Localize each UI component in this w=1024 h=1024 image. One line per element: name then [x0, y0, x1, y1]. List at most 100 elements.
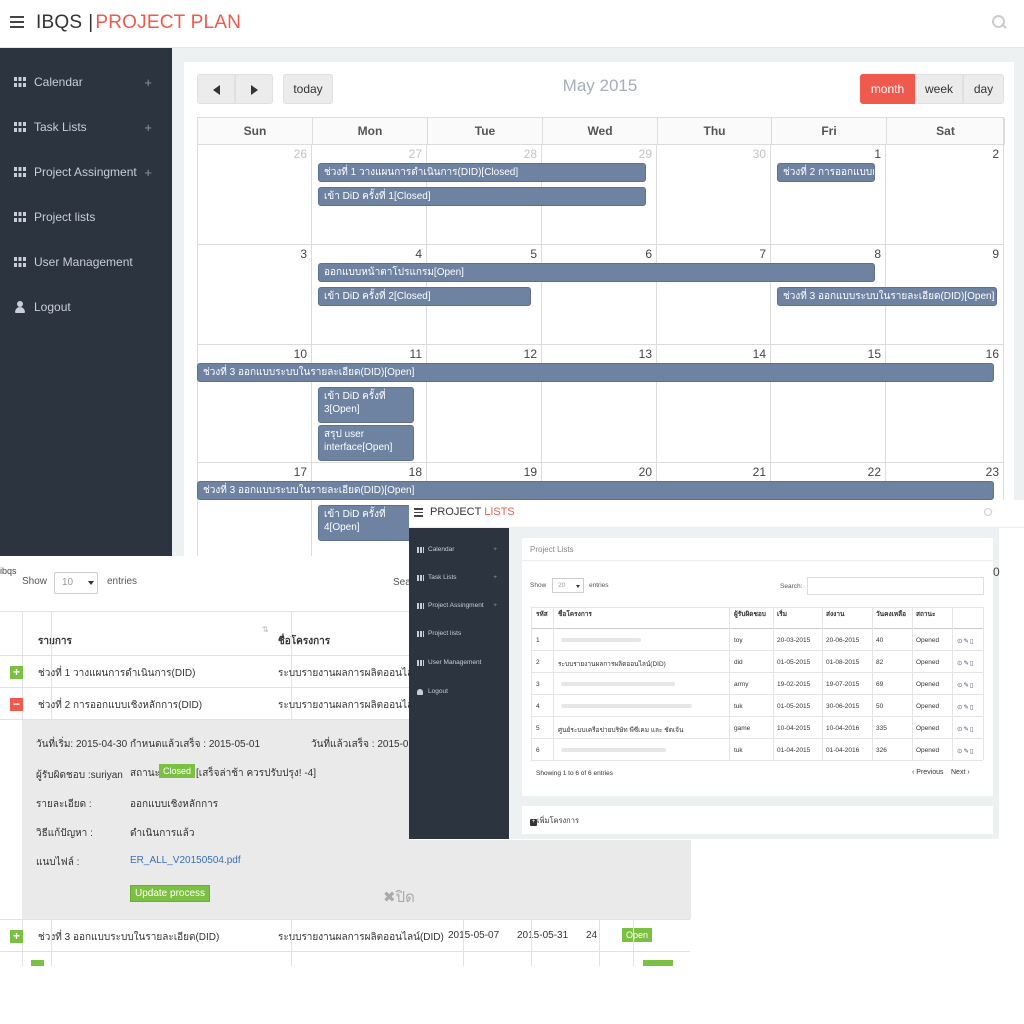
- column-header[interactable]: เริ่ม: [777, 609, 787, 619]
- expand-row-icon[interactable]: +: [10, 666, 23, 679]
- calendar-event[interactable]: เข้า DiD ครั้งที่ 4[Open]: [318, 505, 414, 541]
- view-week-button[interactable]: week: [915, 74, 963, 104]
- entries-select[interactable]: 20: [552, 578, 584, 593]
- menu-icon[interactable]: [414, 508, 423, 517]
- update-process-button[interactable]: Update process: [130, 885, 211, 902]
- today-button[interactable]: today: [283, 74, 333, 104]
- sidebar-item-project-assignment[interactable]: Project Assingment +: [409, 602, 509, 609]
- column-header[interactable]: สถานะ: [916, 609, 936, 619]
- collapse-row-icon[interactable]: −: [10, 698, 23, 711]
- delete-icon[interactable]: ▯: [970, 704, 975, 711]
- table-row[interactable]: + ช่วงที่ 3 ออกแบบระบบในรายละเอียด(DID) …: [0, 919, 690, 952]
- search-input[interactable]: [807, 577, 984, 595]
- day-number: 10: [293, 347, 307, 361]
- calendar-event[interactable]: ช่วงที่ 3 ออกแบบระบบในรายละเอียด(DID)[Op…: [197, 481, 994, 500]
- sidebar-item-label: Logout: [428, 688, 448, 695]
- table-cell-owner: did: [734, 659, 743, 666]
- column-header[interactable]: วันคงเหลือ: [876, 609, 906, 619]
- grid-icon: [14, 167, 26, 177]
- table-cell-due: 30-06-2015: [826, 703, 860, 710]
- day-cell[interactable]: 1: [771, 145, 886, 245]
- column-header[interactable]: ผู้รับผิดชอบ: [734, 609, 766, 619]
- close-detail-button[interactable]: ✖ปิด: [383, 885, 415, 909]
- prev-month-button[interactable]: [197, 74, 235, 104]
- prev-page-button[interactable]: ‹ Previous: [912, 769, 944, 776]
- day-cell[interactable]: 6: [542, 245, 657, 345]
- column-header[interactable]: รายการ: [38, 634, 72, 649]
- sidebar: Calendar + Task Lists + Project Assingment…: [0, 48, 172, 568]
- expand-icon[interactable]: +: [144, 150, 152, 195]
- menu-icon[interactable]: [10, 16, 24, 28]
- column-header[interactable]: ส่งงาน: [826, 609, 844, 619]
- sidebar-item-logout[interactable]: Logout: [409, 688, 509, 695]
- expand-icon[interactable]: +: [144, 105, 152, 150]
- sidebar-item-task-lists[interactable]: Task Lists +: [409, 574, 509, 581]
- sidebar-item-user-management[interactable]: User Management: [0, 240, 172, 285]
- calendar-event[interactable]: ช่วงที่ 2 การออกแบบเชิงหลักการ(DID)[Clos…: [777, 163, 875, 182]
- sidebar-item-user-management[interactable]: User Management: [409, 659, 509, 666]
- expand-icon[interactable]: +: [493, 546, 497, 553]
- chevron-left-icon: ‹: [912, 769, 915, 776]
- sidebar-item-project-lists[interactable]: Project lists: [409, 630, 509, 637]
- calendar-event[interactable]: สรุป user interface[Open]: [318, 425, 414, 461]
- entries-select[interactable]: 10: [54, 572, 98, 594]
- view-month-button[interactable]: month: [860, 74, 915, 104]
- expand-icon[interactable]: +: [144, 60, 152, 105]
- add-project-button[interactable]: + เพิ่มโครงการ: [530, 815, 579, 827]
- delete-icon[interactable]: ▯: [970, 682, 975, 689]
- column-header[interactable]: ชื่อโครงการ: [558, 609, 592, 619]
- day-number: 16: [985, 347, 999, 361]
- column-header[interactable]: ชื่อโครงการ: [278, 634, 330, 649]
- sidebar-item-calendar[interactable]: Calendar +: [0, 60, 172, 105]
- calendar-event[interactable]: ช่วงที่ 3 ออกแบบระบบในรายละเอียด(DID)[Op…: [197, 363, 994, 382]
- expand-row-icon[interactable]: [31, 960, 44, 966]
- calendar-event[interactable]: เข้า DiD ครั้งที่ 3[Open]: [318, 387, 414, 423]
- day-cell[interactable]: 30: [657, 145, 771, 245]
- day-cell[interactable]: 7: [657, 245, 771, 345]
- next-page-button[interactable]: Next ›: [951, 769, 970, 776]
- table-border: [983, 607, 984, 760]
- table-cell-start: 01-04-2015: [777, 747, 811, 754]
- calendar-event[interactable]: ออกแบบหน้าตาโปรแกรม[Open]: [318, 263, 875, 282]
- expand-row-icon[interactable]: +: [10, 930, 23, 943]
- show-label: Show: [530, 582, 547, 589]
- search-icon[interactable]: [992, 15, 1006, 29]
- table-cell-id: 1: [536, 637, 540, 644]
- sidebar-item-task-lists[interactable]: Task Lists +: [0, 105, 172, 150]
- grid-icon: [417, 575, 424, 581]
- sidebar-item-project-assignment[interactable]: Project Assingment +: [0, 150, 172, 195]
- brand: IBQS | PROJECT PLAN: [36, 12, 241, 34]
- attachment-link[interactable]: ER_ALL_V20150504.pdf: [130, 855, 241, 866]
- sidebar-item-project-lists[interactable]: Project lists: [0, 195, 172, 240]
- expand-icon[interactable]: +: [493, 602, 497, 609]
- delete-icon[interactable]: ▯: [970, 726, 975, 733]
- calendar-event[interactable]: เข้า DiD ครั้งที่ 1[Closed]: [318, 187, 646, 206]
- day-cell[interactable]: 3: [197, 245, 312, 345]
- table-border: [51, 919, 52, 966]
- calendar-event[interactable]: ช่วงที่ 3 ออกแบบระบบในรายละเอียด(DID)[Op…: [777, 287, 997, 306]
- next-month-button[interactable]: [235, 74, 273, 104]
- table-border: [633, 919, 634, 966]
- expand-icon[interactable]: +: [493, 574, 497, 581]
- sidebar-item-logout[interactable]: Logout: [0, 285, 172, 330]
- delete-icon[interactable]: ▯: [970, 638, 975, 645]
- search-icon[interactable]: [984, 508, 992, 516]
- day-number: 21: [752, 465, 766, 479]
- calendar-event[interactable]: ช่วงที่ 1 วางแผนการดำเนินการ(DID)[Closed…: [318, 163, 646, 182]
- calendar-event[interactable]: เข้า DiD ครั้งที่ 2[Closed]: [318, 287, 531, 306]
- sort-icon[interactable]: ⇅: [262, 625, 269, 634]
- day-cell[interactable]: 26: [197, 145, 312, 245]
- description-value: ออกแบบเชิงหลักการ: [130, 799, 219, 810]
- delete-icon[interactable]: ▯: [970, 660, 975, 667]
- obscured-text: [561, 682, 675, 686]
- view-day-button[interactable]: day: [963, 74, 1004, 104]
- day-number: 15: [867, 347, 881, 361]
- sidebar-item-calendar[interactable]: Calendar +: [409, 546, 509, 553]
- day-cell[interactable]: 2: [886, 145, 1004, 245]
- table-cell-owner: tuk: [734, 747, 743, 754]
- column-header[interactable]: รหัส: [536, 609, 548, 619]
- prev-label: Previous: [916, 769, 944, 776]
- entries-label: entries: [107, 576, 138, 587]
- delete-icon[interactable]: ▯: [970, 748, 975, 755]
- weekday-label: Sun: [198, 118, 313, 145]
